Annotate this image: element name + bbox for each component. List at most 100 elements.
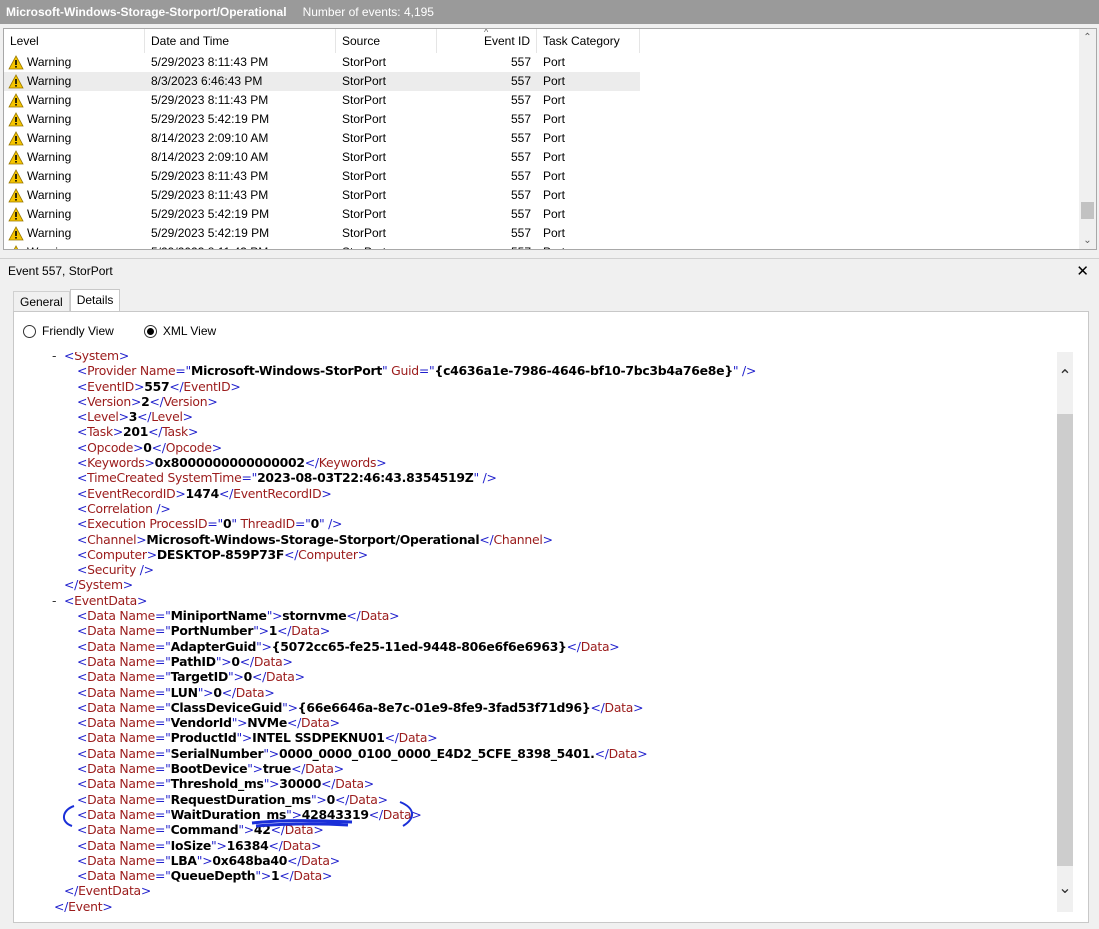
cell-task-category: Port xyxy=(543,169,566,183)
column-header-level[interactable]: Level xyxy=(4,29,145,53)
cell-source: StorPort xyxy=(342,169,387,183)
xml-data-line: <Data Name="IoSize">16384</Data> xyxy=(77,837,322,853)
xml-data-line: <Data Name="RequestDuration_ms">0</Data> xyxy=(77,791,388,807)
events-list[interactable]: Level Date and Time Source ^ Event ID Ta… xyxy=(3,28,1097,250)
scroll-up-icon[interactable]: ⌃ xyxy=(1079,29,1096,46)
cell-date: 5/29/2023 8:11:43 PM xyxy=(145,243,336,249)
cell-date: 8/3/2023 6:46:43 PM xyxy=(145,72,336,91)
xml-scroll-thumb[interactable] xyxy=(1057,414,1073,866)
table-row[interactable]: Warning 8/3/2023 6:46:43 PM StorPort 557 Por… xyxy=(4,72,1080,91)
radio-selected-dot xyxy=(146,327,154,335)
level-text: Warning xyxy=(27,243,71,249)
xml-line-task: <Task>201</Task> xyxy=(77,424,199,440)
cell-date: 5/29/2023 8:11:43 PM xyxy=(151,169,269,183)
cell-task-category: Port xyxy=(543,112,566,126)
cell-level: Warning xyxy=(4,91,145,110)
table-row[interactable]: Warning 8/14/2023 2:09:10 AM StorPort 557 Po… xyxy=(4,148,1080,167)
cell-date: 5/29/2023 8:11:43 PM xyxy=(151,188,269,202)
level-text: Warning xyxy=(27,169,72,183)
level-text: Warning xyxy=(27,207,72,221)
warning-icon xyxy=(8,112,24,127)
xml-data-line: <Data Name="SerialNumber">0000_0000_0100… xyxy=(77,745,648,761)
cell-task-category: Port xyxy=(543,131,566,145)
xml-view-radio[interactable] xyxy=(143,324,157,338)
cell-event-id: 557 xyxy=(437,72,537,91)
xml-data-line: <Data Name="QueueDepth">1</Data> xyxy=(77,868,333,884)
xml-line-correlation: <Correlation /> xyxy=(77,500,171,516)
cell-level: Warning xyxy=(4,53,145,72)
scroll-down-icon[interactable]: ⌄ xyxy=(1079,232,1096,249)
xml-data-line: <Data Name="LUN">0</Data> xyxy=(77,684,275,700)
xml-line-event-close: </Event> xyxy=(54,898,113,912)
table-row[interactable]: Warning 8/14/2023 2:09:10 AM StorPort 557 Po… xyxy=(4,129,1080,148)
cell-event-id: 557 xyxy=(510,207,531,221)
warning-icon xyxy=(8,131,24,146)
xml-line-opcode: <Opcode>0</Opcode> xyxy=(77,439,222,455)
xml-line-eventrecordid: <EventRecordID>1474</EventRecordID> xyxy=(77,485,332,501)
column-header-event-id[interactable]: ^ Event ID xyxy=(437,29,537,53)
xml-view-label[interactable]: XML View xyxy=(163,324,216,338)
xml-data-line: <Data Name="AdapterGuid">{5072cc65-fe25-… xyxy=(77,638,620,654)
table-row[interactable]: Warning 5/29/2023 5:42:19 PM StorPort 557 Po… xyxy=(4,224,1080,243)
sort-ascending-icon: ^ xyxy=(484,28,489,37)
list-scrollbar[interactable]: ⌃ ⌄ xyxy=(1079,29,1096,249)
warning-icon xyxy=(8,207,24,222)
table-row[interactable]: Warning5/29/2023 8:11:43 PMStorPort557Po… xyxy=(4,53,1080,72)
xml-line-computer: <Computer>DESKTOP-859P73F</Computer> xyxy=(77,546,368,562)
list-rows: Warning 5/29/2023 8:11:43 PM StorPort 557 Po… xyxy=(4,53,1080,249)
collapse-system-icon[interactable]: - xyxy=(52,352,64,363)
cell-level: Warning xyxy=(4,186,145,205)
table-row[interactable]: Warning5/29/2023 8:11:43 PMStorPort557Po… xyxy=(4,243,1080,249)
xml-line-system-open: - <System> xyxy=(22,352,1056,363)
cell-task-category: Port xyxy=(543,55,566,69)
warning-icon xyxy=(8,93,24,108)
event-count: Number of events: 4,195 xyxy=(302,5,434,19)
cell-task-category: Port xyxy=(537,243,640,249)
cell-source: StorPort xyxy=(342,188,387,202)
xml-scroll-up-icon[interactable]: ⌃ xyxy=(1057,366,1073,386)
column-header-date[interactable]: Date and Time xyxy=(145,29,336,53)
friendly-view-label[interactable]: Friendly View xyxy=(42,324,114,338)
collapse-eventdata-icon[interactable]: - xyxy=(52,593,64,608)
xml-scroll-down-icon[interactable]: ⌄ xyxy=(1057,878,1073,898)
friendly-view-radio[interactable] xyxy=(23,324,36,338)
tab-details[interactable]: Details xyxy=(69,289,121,313)
close-icon[interactable]: ✕ xyxy=(1076,262,1089,280)
table-row[interactable]: Warning5/29/2023 8:11:43 PMStorPort557Po… xyxy=(4,167,1080,186)
column-header-task-category[interactable]: Task Category xyxy=(537,29,640,53)
table-row[interactable]: Warning 5/29/2023 5:42:19 PM StorPort 557 Po… xyxy=(4,110,1080,129)
list-scroll-thumb[interactable] xyxy=(1081,202,1094,219)
warning-icon xyxy=(8,55,24,70)
tab-general[interactable]: General xyxy=(13,291,70,313)
xml-line-security: <Security /> xyxy=(77,562,154,578)
xml-scrollbar[interactable]: ⌃ ⌄ xyxy=(1057,352,1073,912)
xml-view[interactable]: - <System> <Provider Name="Microsoft-Wind… xyxy=(22,352,1056,912)
level-text: Warning xyxy=(27,93,72,107)
detail-header: Event 557, StorPort ✕ xyxy=(0,258,1099,282)
log-title-bar: Microsoft-Windows-Storage-Storport/Opera… xyxy=(0,0,1099,24)
column-header-source[interactable]: Source xyxy=(336,29,437,53)
xml-data-line: <Data Name="Command">42</Data> xyxy=(77,822,324,838)
cell-level: Warning xyxy=(4,205,145,224)
cell-level: Warning xyxy=(4,72,145,91)
xml-data-lines: <Data Name="MiniportName">stornvme</Data… xyxy=(22,608,1056,883)
list-header: Level Date and Time Source ^ Event ID Ta… xyxy=(4,29,1080,53)
details-panel: Friendly View XML View - <System> <Provid… xyxy=(13,311,1089,923)
xml-line-level: <Level>3</Level> xyxy=(77,409,193,425)
cell-task-category: Port xyxy=(543,226,566,240)
detail-tabs: General Details xyxy=(13,289,121,313)
xml-data-line: <Data Name="VendorId">NVMe</Data> xyxy=(77,715,340,731)
cell-event-id: 557 xyxy=(510,150,531,164)
table-row[interactable]: Warning5/29/2023 8:11:43 PMStorPort557Po… xyxy=(4,186,1080,205)
xml-line-version: <Version>2</Version> xyxy=(77,393,218,409)
cell-level: Warning xyxy=(4,243,145,249)
table-row[interactable]: Warning5/29/2023 8:11:43 PMStorPort557Po… xyxy=(4,91,1080,110)
cell-source: StorPort xyxy=(342,112,387,126)
table-row[interactable]: Warning 5/29/2023 5:42:19 PM StorPort 557 Po… xyxy=(4,205,1080,224)
xml-line-eventdata-close: </EventData> xyxy=(64,883,152,899)
cell-event-id: 557 xyxy=(510,93,531,107)
cell-date: 5/29/2023 5:42:19 PM xyxy=(151,226,270,240)
level-text: Warning xyxy=(27,131,72,145)
cell-source: StorPort xyxy=(342,207,387,221)
cell-source: StorPort xyxy=(342,55,387,69)
